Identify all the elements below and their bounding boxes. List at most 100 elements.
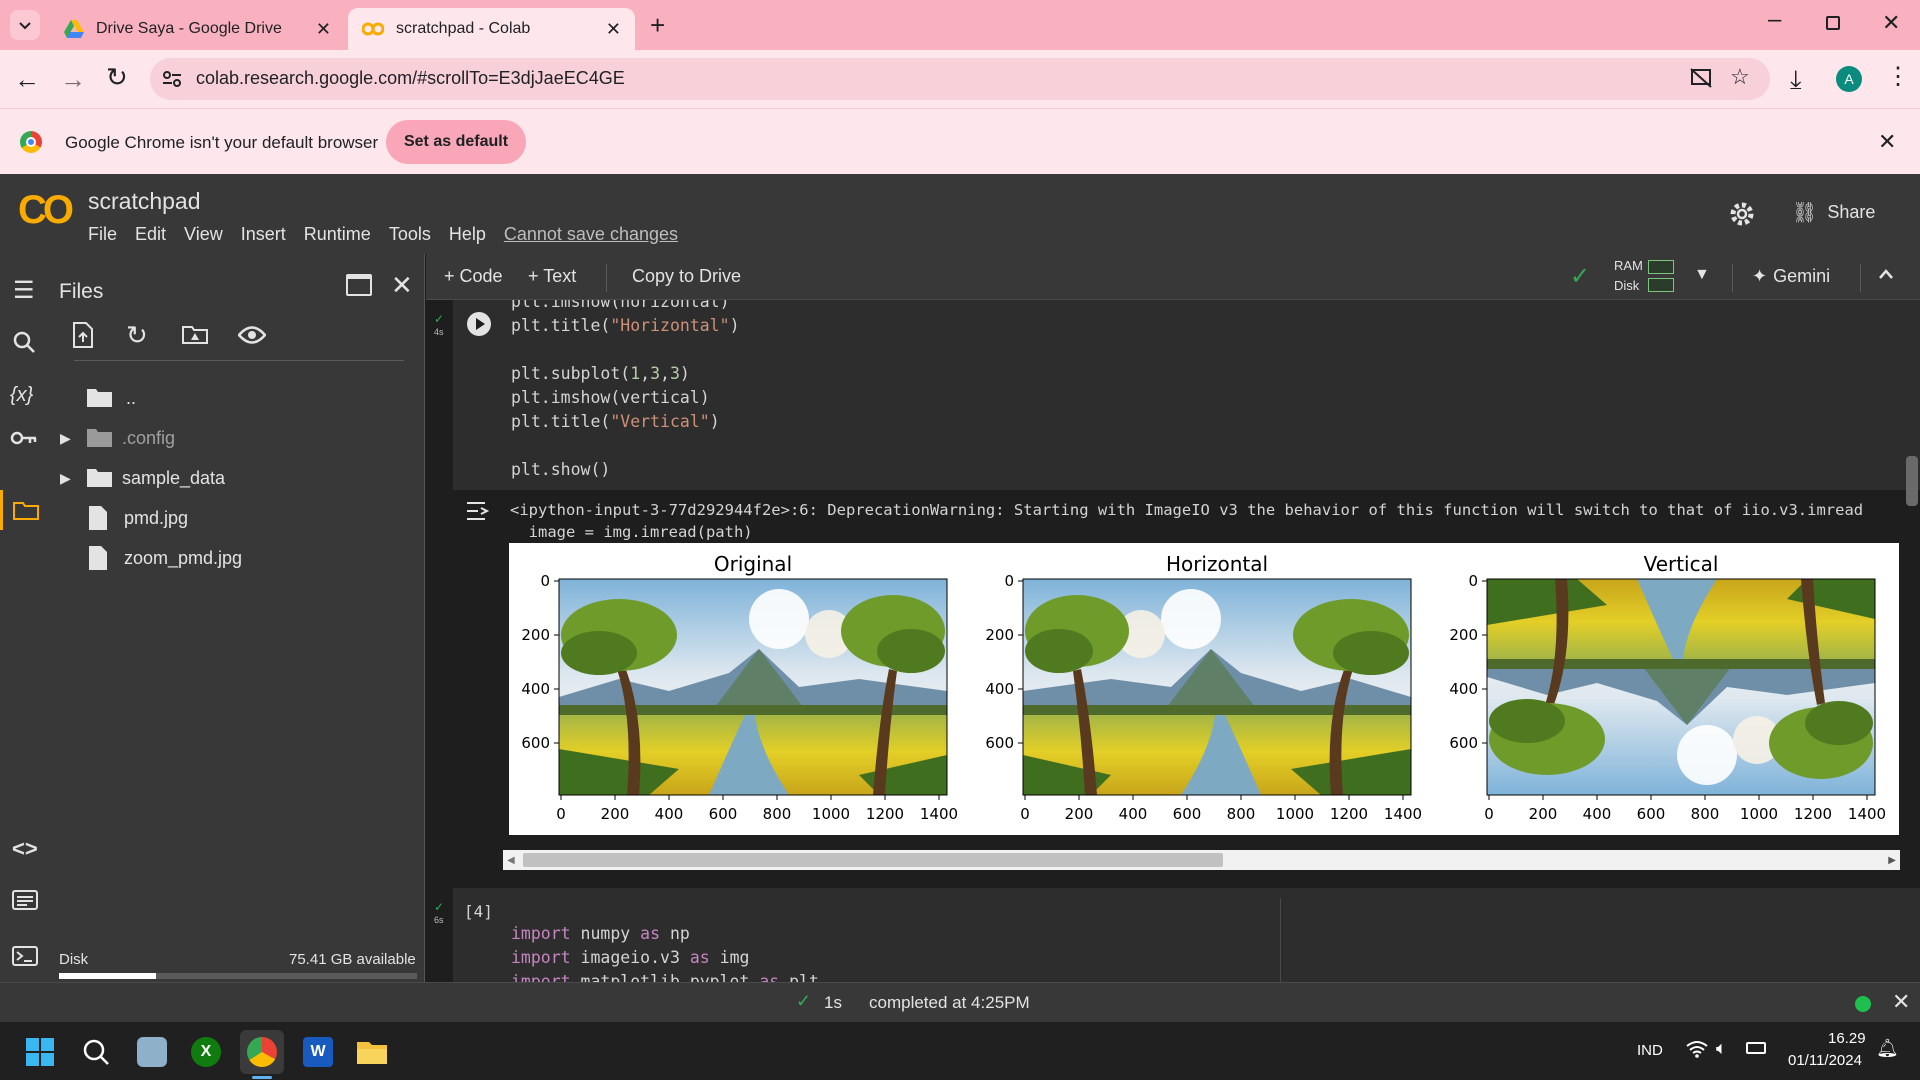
- runtime-dropdown-icon[interactable]: ▼: [1694, 266, 1710, 284]
- cell-source[interactable]: plt.imshow(horizontal) plt.title("Horizo…: [511, 300, 740, 482]
- close-icon[interactable]: ✕: [606, 19, 621, 40]
- download-icon[interactable]: ⤓: [1790, 64, 1802, 96]
- windows-start-icon[interactable]: [18, 1030, 62, 1074]
- word-app-icon[interactable]: W: [296, 1030, 340, 1074]
- folder-icon[interactable]: [13, 500, 39, 520]
- menu-file[interactable]: File: [88, 224, 117, 245]
- link-icon: ⛓: [1792, 202, 1818, 224]
- chrome-menu-icon[interactable]: ⋮: [1886, 62, 1910, 91]
- site-info-icon[interactable]: [162, 70, 182, 88]
- wifi-icon[interactable]: [1686, 1040, 1708, 1058]
- menu-runtime[interactable]: Runtime: [304, 224, 371, 245]
- disk-label: Disk: [1614, 278, 1640, 293]
- file-row-parent[interactable]: ..: [86, 380, 136, 416]
- gemini-button[interactable]: ✦ Gemini: [1752, 266, 1830, 287]
- refresh-icon[interactable]: ↻: [126, 320, 148, 351]
- variables-icon[interactable]: {x}: [10, 384, 33, 407]
- command-palette-icon[interactable]: [12, 890, 38, 910]
- close-window-button[interactable]: ✕: [1882, 10, 1900, 36]
- cell-source[interactable]: import numpy as np import imageio.v3 as …: [511, 922, 819, 982]
- menu-insert[interactable]: Insert: [241, 224, 286, 245]
- search-icon[interactable]: [12, 330, 36, 354]
- menu-edit[interactable]: Edit: [135, 224, 166, 245]
- tab-search-button[interactable]: [10, 10, 40, 40]
- file-row-sample-data[interactable]: ▶ sample_data: [60, 460, 225, 496]
- subplot-title: Vertical: [1644, 552, 1719, 576]
- add-code-button[interactable]: + Code: [444, 266, 503, 287]
- show-hidden-eye-icon[interactable]: [238, 326, 266, 344]
- taskbar-search-icon[interactable]: [74, 1030, 118, 1074]
- file-row-zoom-pmd-jpg[interactable]: zoom_pmd.jpg: [88, 540, 242, 576]
- cast-off-icon[interactable]: [1690, 68, 1712, 88]
- scrollbar-left-arrow[interactable]: ◀: [507, 855, 515, 866]
- menu-help[interactable]: Help: [449, 224, 486, 245]
- tab-google-drive[interactable]: Drive Saya - Google Drive ✕: [50, 8, 345, 50]
- close-panel-icon[interactable]: ✕: [391, 270, 413, 301]
- address-bar[interactable]: colab.research.google.com/#scrollTo=E3dj…: [150, 58, 1770, 100]
- close-icon[interactable]: ✕: [1878, 129, 1896, 155]
- settings-gear-icon[interactable]: [1728, 200, 1756, 228]
- clock-time[interactable]: 16.29: [1828, 1030, 1866, 1047]
- upload-file-icon[interactable]: [72, 322, 94, 348]
- mount-drive-icon[interactable]: [182, 324, 208, 344]
- avatar[interactable]: A: [1836, 66, 1862, 92]
- disk-available: 75.41 GB available: [289, 951, 416, 968]
- menu-view[interactable]: View: [184, 224, 223, 245]
- notebook-vertical-scrollbar-thumb[interactable]: [1906, 456, 1918, 506]
- terminal-icon[interactable]: [12, 946, 38, 966]
- execution-status-bar: ✓ 1s completed at 4:25PM ✕: [0, 982, 1920, 1022]
- open-in-tab-icon[interactable]: [346, 274, 372, 296]
- reload-button[interactable]: ↻: [106, 62, 128, 93]
- connected-check-icon: ✓: [1570, 263, 1591, 290]
- copilot-app-icon[interactable]: [130, 1030, 174, 1074]
- file-explorer-icon[interactable]: [350, 1030, 394, 1074]
- cell-exec-count: [4]: [464, 902, 493, 921]
- add-text-button[interactable]: + Text: [528, 266, 576, 287]
- collapse-header-icon[interactable]: [1878, 268, 1894, 280]
- bookmark-star-icon[interactable]: ☆: [1730, 64, 1750, 90]
- set-as-default-button[interactable]: Set as default: [386, 120, 526, 164]
- share-button[interactable]: ⛓ Share: [1792, 200, 1875, 225]
- y-tick-label: 200: [521, 626, 550, 644]
- output-actions-icon[interactable]: [466, 500, 492, 522]
- expand-arrow-icon[interactable]: ▶: [60, 430, 86, 447]
- expand-arrow-icon[interactable]: ▶: [60, 470, 86, 487]
- secrets-key-icon[interactable]: [10, 430, 38, 446]
- y-tick-label: 600: [521, 734, 550, 752]
- notification-bell-icon[interactable]: 🔔︎: [1876, 1038, 1899, 1059]
- copy-to-drive-button[interactable]: Copy to Drive: [632, 266, 741, 287]
- forward-button[interactable]: →: [60, 64, 86, 95]
- ram-meter[interactable]: [1648, 260, 1674, 274]
- run-cell-button[interactable]: [467, 312, 491, 336]
- disk-meter[interactable]: [1648, 278, 1674, 292]
- scrollbar-thumb[interactable]: [523, 853, 1223, 867]
- back-button[interactable]: ←: [14, 64, 40, 95]
- file-row-pmd-jpg[interactable]: pmd.jpg: [88, 500, 188, 536]
- clock-date[interactable]: 01/11/2024: [1788, 1052, 1862, 1069]
- cell-divider: [1280, 898, 1281, 982]
- battery-icon[interactable]: [1746, 1042, 1766, 1054]
- table-of-contents-icon[interactable]: ☰: [13, 276, 35, 305]
- restore-button[interactable]: [1826, 16, 1840, 30]
- xbox-app-icon[interactable]: X: [184, 1030, 228, 1074]
- code-snippets-icon[interactable]: <>: [12, 836, 38, 862]
- language-indicator[interactable]: IND: [1637, 1042, 1663, 1059]
- minimize-button[interactable]: –: [1768, 6, 1781, 34]
- menu-tools[interactable]: Tools: [389, 224, 431, 245]
- left-rail: ☰ {x} <>: [0, 254, 52, 982]
- chrome-app-icon[interactable]: [240, 1030, 284, 1074]
- google-drive-icon: [64, 20, 84, 38]
- file-row-config[interactable]: ▶ .config: [60, 420, 175, 456]
- new-tab-button[interactable]: +: [650, 10, 665, 41]
- scrollbar-right-arrow[interactable]: ▶: [1888, 855, 1896, 866]
- x-tick-label: 400: [1119, 805, 1148, 823]
- close-icon[interactable]: ✕: [316, 19, 331, 40]
- close-icon[interactable]: ✕: [1892, 989, 1910, 1015]
- volume-icon[interactable]: 🔈︎: [1716, 1038, 1727, 1059]
- colab-logo[interactable]: CO: [18, 188, 74, 233]
- tab-colab[interactable]: scratchpad - Colab ✕: [348, 8, 635, 50]
- cannot-save-link[interactable]: Cannot save changes: [504, 224, 678, 245]
- output-warning: <ipython-input-3-77d292944f2e>:6: Deprec…: [510, 501, 1864, 519]
- notebook-title[interactable]: scratchpad: [88, 188, 201, 215]
- output-horizontal-scrollbar[interactable]: ◀ ▶: [503, 850, 1900, 870]
